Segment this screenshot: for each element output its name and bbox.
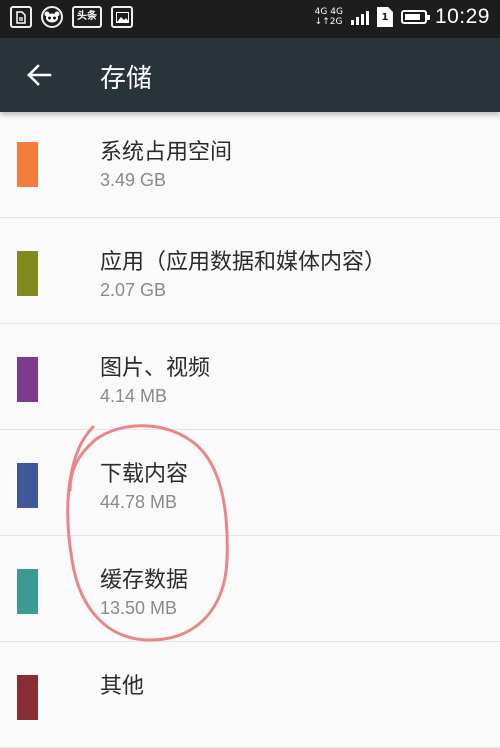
storage-list: 系统占用空间 3.49 GB 应用（应用数据和媒体内容） 2.07 GB 图片、…	[0, 112, 500, 748]
storage-item-size: 13.50 MB	[100, 598, 178, 618]
arrow-left-icon	[27, 64, 52, 86]
color-swatch	[17, 357, 38, 402]
document-icon	[10, 6, 32, 28]
system-indicators: 4G 4G ↓↑2G 1 10:29	[315, 5, 490, 29]
storage-item-size: 44.78 MB	[100, 492, 178, 512]
storage-item-size: 4.14 MB	[100, 386, 168, 406]
storage-item-size: 2.07 GB	[100, 280, 167, 300]
color-swatch	[17, 142, 38, 187]
network-type-indicator: 4G 4G ↓↑2G	[315, 7, 343, 27]
image-icon	[111, 6, 133, 28]
storage-item-label: 下载内容	[100, 462, 189, 487]
storage-item-size: 3.49 GB	[100, 170, 167, 190]
storage-item-system[interactable]: 系统占用空间 3.49 GB	[0, 112, 500, 218]
color-swatch	[17, 675, 38, 720]
app-bar: 存储	[0, 38, 500, 112]
storage-item-downloads[interactable]: 下载内容 44.78 MB	[0, 430, 500, 536]
storage-item-label: 应用（应用数据和媒体内容）	[100, 250, 387, 275]
storage-item-apps[interactable]: 应用（应用数据和媒体内容） 2.07 GB	[0, 218, 500, 324]
storage-item-cached-data[interactable]: 缓存数据 13.50 MB	[0, 536, 500, 642]
back-button[interactable]	[20, 56, 58, 94]
status-bar: 头条 4G 4G ↓↑2G 1 10:29	[0, 0, 500, 38]
status-time: 10:29	[434, 5, 490, 28]
network-type-top: 4G 4G	[314, 7, 343, 17]
notification-icons: 头条	[10, 6, 133, 28]
toutiao-icon: 头条	[72, 6, 102, 28]
color-swatch	[17, 251, 38, 296]
page-title: 存储	[100, 64, 153, 94]
network-type-bottom: ↓↑2G	[314, 17, 343, 27]
signal-icon	[350, 9, 369, 25]
sim-card-icon: 1	[376, 7, 393, 27]
storage-item-label: 其他	[100, 674, 145, 699]
battery-icon	[400, 10, 430, 24]
panda-icon	[41, 6, 63, 28]
storage-item-label: 系统占用空间	[100, 140, 233, 165]
color-swatch	[17, 569, 38, 614]
storage-item-label: 缓存数据	[100, 568, 189, 593]
storage-item-label: 图片、视频	[100, 356, 211, 381]
color-swatch	[17, 463, 38, 508]
storage-item-pictures-videos[interactable]: 图片、视频 4.14 MB	[0, 324, 500, 430]
storage-item-other[interactable]: 其他	[0, 642, 500, 748]
